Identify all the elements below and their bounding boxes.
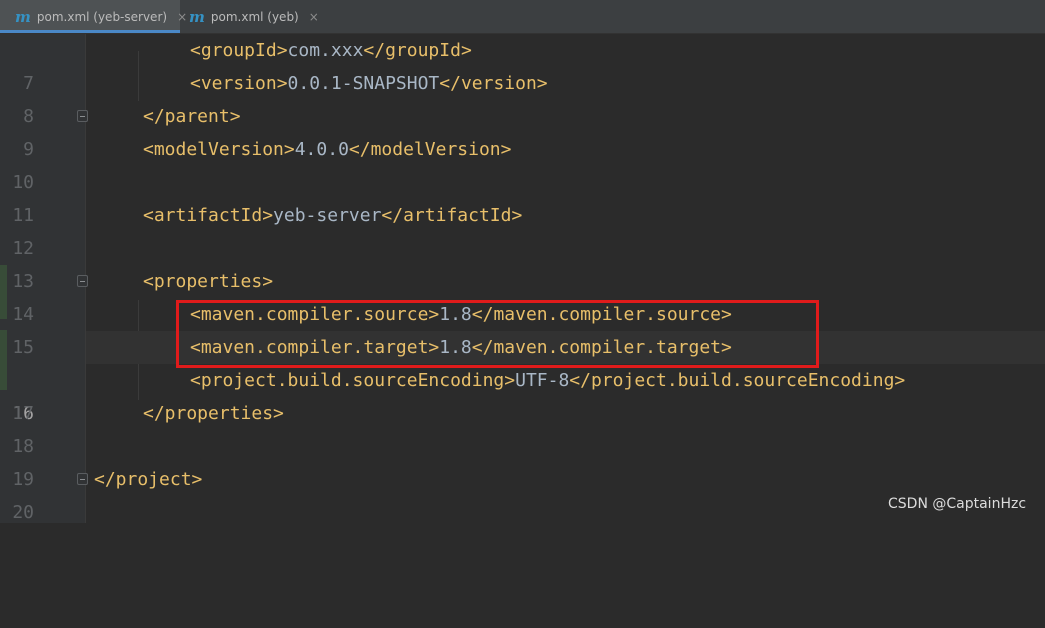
code-line: 9 </parent> (0, 100, 1045, 160)
code-line: 10 <modelVersion>4.0.0</modelVersion> (0, 133, 1045, 193)
code-line: 7 <groupId>com.xxx</groupId> (0, 34, 1045, 94)
line-code[interactable]: <artifactId>yeb-server</artifactId> (143, 199, 522, 232)
fold-toggle-icon[interactable] (77, 275, 88, 287)
tab-label: pom.xml (yeb) (210, 9, 299, 24)
editor-tab-bar: m pom.xml (yeb-server) × m pom.xml (yeb)… (0, 0, 1045, 34)
code-line: 18 </properties> (0, 397, 1045, 457)
close-icon[interactable]: × (309, 10, 319, 24)
line-code[interactable]: <project.build.sourceEncoding>UTF-8</pro… (190, 364, 905, 397)
code-line: 8 <version>0.0.1-SNAPSHOT</version> (0, 67, 1045, 127)
fold-toggle-icon[interactable] (77, 110, 88, 122)
tab-pom-yeb[interactable]: m pom.xml (yeb) × (180, 0, 330, 33)
maven-file-icon: m (189, 7, 205, 26)
code-line: 19 (0, 430, 1045, 490)
code-line: 13 (0, 232, 1045, 292)
fold-toggle-icon[interactable] (77, 473, 88, 485)
line-code[interactable]: </project> (94, 463, 202, 496)
code-line: 14 <properties> (0, 265, 1045, 325)
watermark: CSDN @CaptainHzc (888, 496, 1027, 512)
line-code[interactable]: <groupId>com.xxx</groupId> (190, 34, 472, 67)
tab-label: pom.xml (yeb-server) (36, 9, 168, 24)
line-code[interactable]: <modelVersion>4.0.0</modelVersion> (143, 133, 511, 166)
code-line: 17 <project.build.sourceEncoding>UTF-8</… (0, 364, 1045, 424)
line-code[interactable]: <version>0.0.1-SNAPSHOT</version> (190, 67, 548, 100)
line-code[interactable]: </properties> (143, 397, 284, 430)
annotation-highlight-box (176, 300, 819, 368)
line-code[interactable]: <properties> (143, 265, 273, 298)
line-number: 20 (12, 502, 34, 523)
tab-pom-yeb-server[interactable]: m pom.xml (yeb-server) × (0, 0, 187, 33)
maven-file-icon: m (15, 7, 31, 26)
code-line: 12 <artifactId>yeb-server</artifactId> (0, 199, 1045, 259)
line-code[interactable]: </parent> (143, 100, 241, 133)
code-line: 11 (0, 166, 1045, 226)
code-line: 20 </project> (0, 463, 1045, 523)
